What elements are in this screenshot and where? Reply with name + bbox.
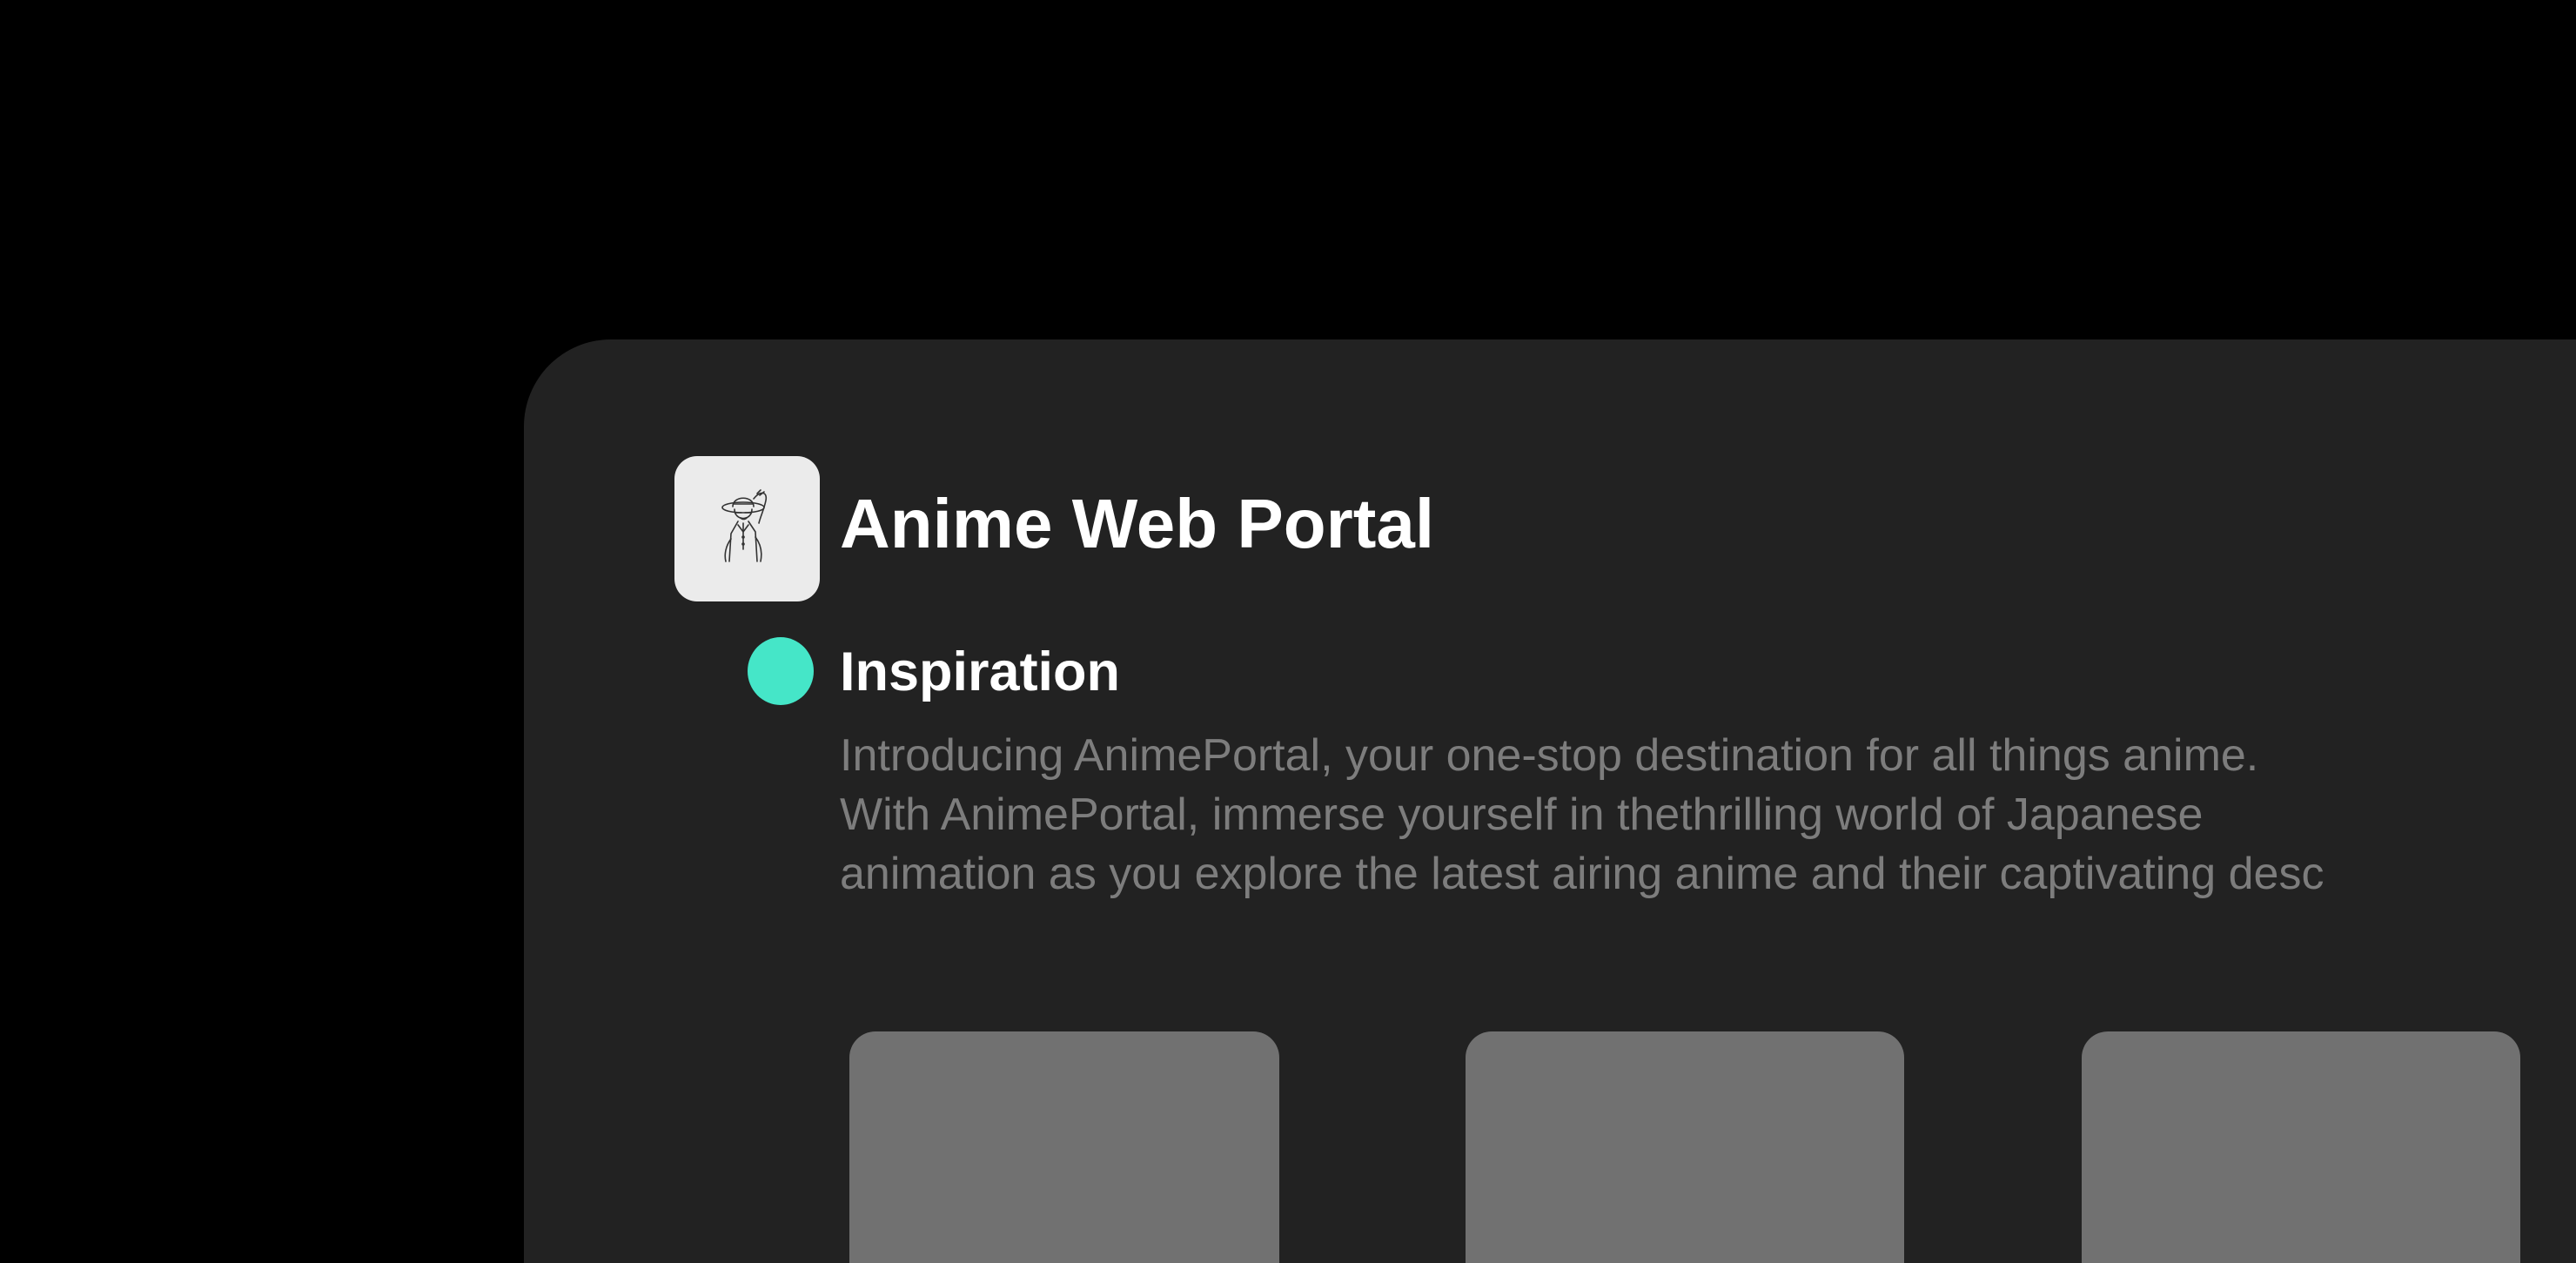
- portal-panel: Anime Web Portal Inspiration Introducing…: [524, 339, 2576, 1263]
- section-description: Introducing AnimePortal, your one-stop d…: [840, 726, 2576, 904]
- section-title: Inspiration: [840, 642, 1121, 702]
- description-line: With AnimePortal, immerse yourself in th…: [840, 789, 2204, 840]
- app-title: Anime Web Portal: [840, 485, 1435, 562]
- app-logo-icon: [674, 456, 820, 601]
- anime-card[interactable]: [849, 1031, 1279, 1263]
- anime-card[interactable]: [2082, 1031, 2520, 1263]
- screen-background: Anime Web Portal Inspiration Introducing…: [0, 0, 2576, 1263]
- description-line: Introducing AnimePortal, your one-stop d…: [840, 730, 2259, 781]
- section-status-dot: [748, 637, 814, 705]
- description-line: animation as you explore the latest airi…: [840, 849, 2324, 899]
- anime-card[interactable]: [1466, 1031, 1904, 1263]
